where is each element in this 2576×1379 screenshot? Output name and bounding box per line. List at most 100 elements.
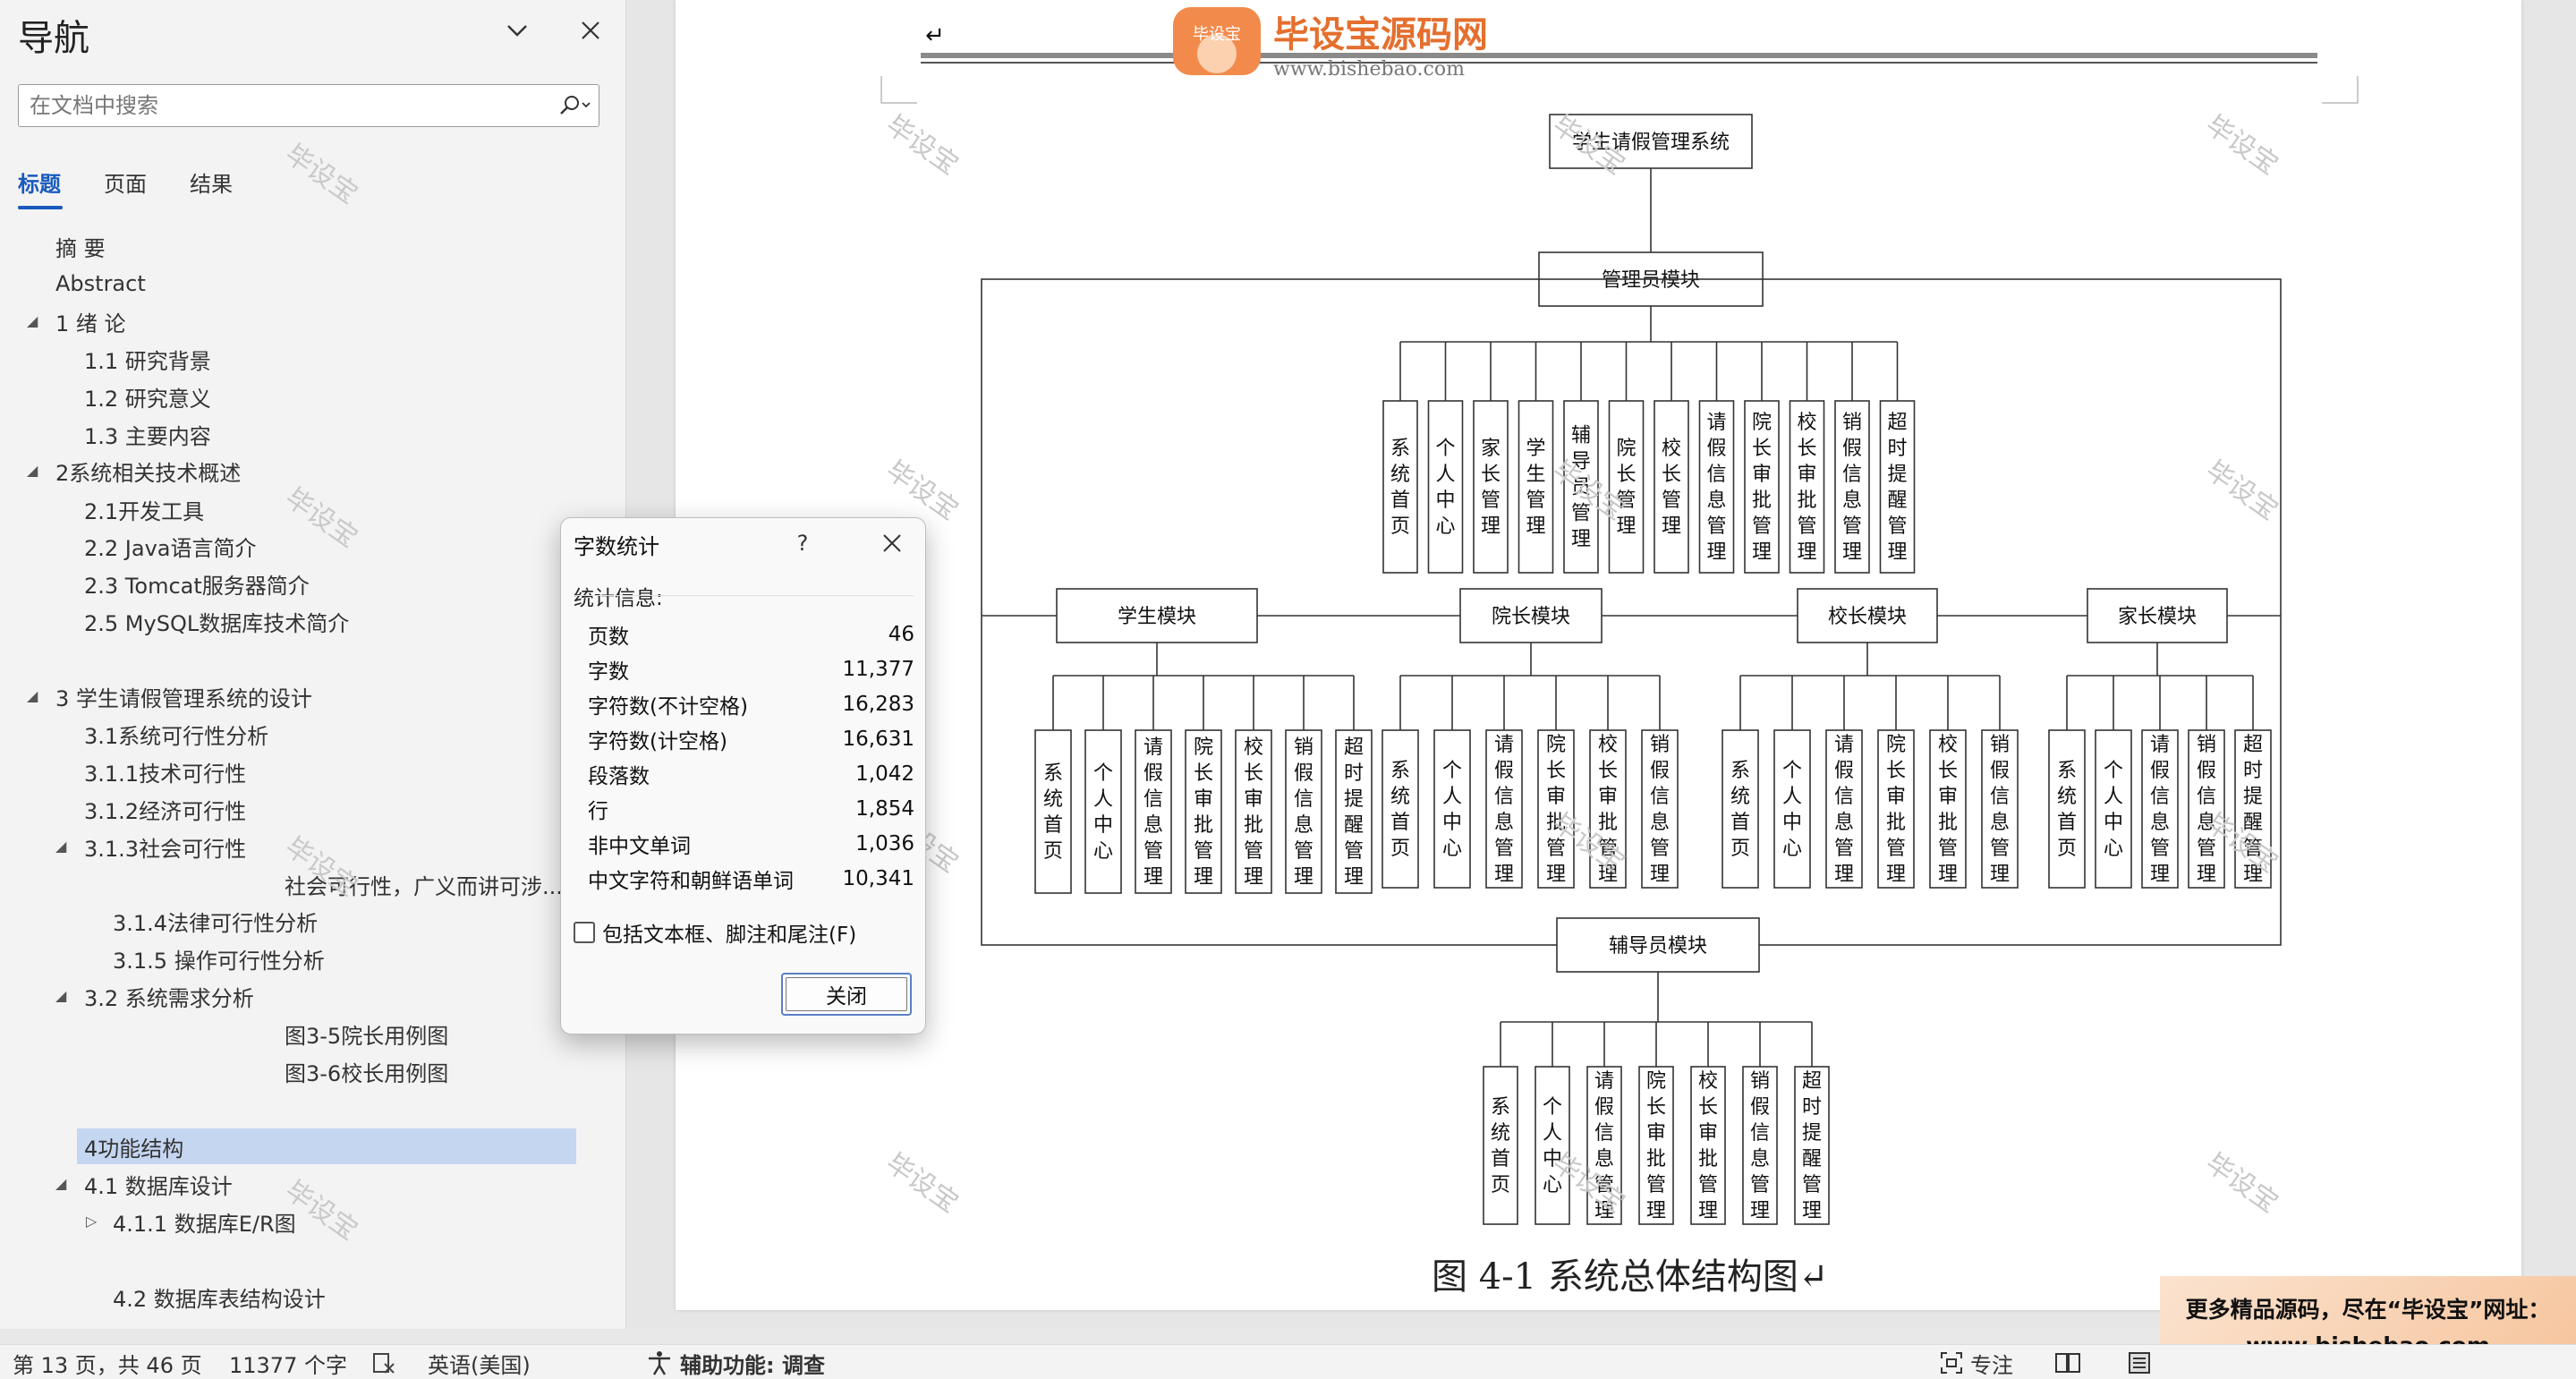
stat-value: 1,042	[855, 762, 914, 786]
accessibility-status[interactable]: 辅助功能: 调查	[680, 1349, 825, 1378]
page-corner-marks	[880, 76, 2359, 104]
watermark: 毕设宝	[279, 481, 363, 555]
nav-heading-item[interactable]: 图3-5院长用例图	[285, 1016, 448, 1051]
nav-heading-item[interactable]: 1 绪 论	[55, 303, 126, 339]
nav-heading-item[interactable]: 4.2 数据库表结构设计	[113, 1279, 326, 1315]
nav-heading-item[interactable]: 2系统相关技术概述	[55, 453, 241, 489]
include-textboxes-checkbox[interactable]: 包括文本框、脚注和尾注(F)	[574, 917, 856, 948]
leaf-module-box	[2095, 729, 2132, 889]
nav-heading-item[interactable]: 摘 要	[55, 228, 106, 264]
admin-module: 管理员模块	[1602, 269, 1700, 292]
leaf-module-box	[1608, 400, 1645, 574]
stat-value: 16,283	[842, 693, 914, 716]
nav-heading-item[interactable]: 2.2 Java语言简介	[84, 528, 257, 564]
page-indicator[interactable]: 第 13 页，共 46 页	[13, 1349, 202, 1378]
collapse-triangle-icon[interactable]: ◢	[27, 462, 38, 479]
logo-url: www.bishebao.com	[1273, 58, 1465, 81]
document-page[interactable]: ↵ 毕设宝 毕设宝源码网 www.bishebao.com 学生请假管理系统 管理员模块系…	[676, 0, 2521, 1310]
print-layout-icon[interactable]	[2128, 1349, 2151, 1377]
nav-heading-item[interactable]: 4功能结构	[84, 1128, 183, 1164]
stat-label: 中文字符和朝鲜语单词	[588, 870, 794, 893]
nav-title: 导航	[18, 18, 89, 59]
dialog-close-icon[interactable]	[867, 522, 917, 565]
close-button[interactable]: 关闭	[781, 973, 912, 1016]
nav-heading-item[interactable]: 4.1.1 数据库E/R图	[113, 1204, 296, 1239]
close-icon[interactable]	[573, 13, 608, 48]
nav-heading-item[interactable]: 3.1.2经济可行性	[84, 791, 246, 827]
language-indicator[interactable]: 英语(美国)	[428, 1349, 531, 1378]
divider	[574, 595, 914, 596]
logo-title: 毕设宝源码网	[1273, 14, 1488, 55]
nav-heading-item[interactable]: 3.1.1技术可行性	[84, 753, 246, 789]
search-box[interactable]	[18, 84, 599, 127]
tab-pages[interactable]: 页面	[104, 166, 147, 198]
focus-mode[interactable]: 专注	[1970, 1349, 2013, 1378]
watermark: 毕设宝	[880, 1147, 965, 1219]
leaf-module-box	[1483, 1066, 1518, 1225]
nav-heading-item[interactable]: 社会可行性，广义而讲可涉...	[285, 866, 563, 902]
tab-headings[interactable]: 标题	[18, 166, 61, 198]
stat-value: 11,377	[842, 658, 914, 681]
structure-diagram: ↵ 毕设宝 毕设宝源码网www.bishebao.com学生请假管理系统管理员模块系…	[880, 7, 2359, 1225]
word-count-dialog: 字数统计 ? 统计信息: 页数 46 字数 11,377 字符数(不计空格) 16,283…	[560, 517, 926, 1034]
leaf-module-box	[1382, 400, 1418, 574]
help-button[interactable]: ?	[778, 522, 828, 565]
stat-label: 行	[588, 800, 608, 823]
figure-caption: 图 4-1 系统总体结构图↵	[1432, 1256, 1829, 1298]
nav-heading-item[interactable]: 3.1.4法律可行性分析	[113, 903, 318, 939]
tab-results[interactable]: 结果	[190, 166, 233, 198]
stat-row: 字数 11,377	[588, 653, 914, 685]
nav-heading-item[interactable]: 3 学生请假管理系统的设计	[55, 678, 312, 714]
nav-heading-item[interactable]: 2.5 MySQL数据库技术简介	[84, 603, 349, 639]
paragraph-mark: ↵	[925, 22, 945, 49]
leaf-module-box	[1084, 729, 1122, 894]
stat-value: 1,036	[855, 832, 914, 855]
stat-row: 中文字符和朝鲜语单词 10,341	[588, 863, 914, 895]
navigation-pane: 导航 标题 页面 结果 摘 要Abstract1 绪 论 ◢ 1.1 研究背景1.2…	[0, 0, 626, 1329]
nav-heading-item[interactable]: 3.1.3社会可行性	[84, 829, 246, 864]
checkbox-box[interactable]	[574, 922, 595, 943]
nav-heading-item[interactable]: 4.1 数据库设计	[84, 1166, 233, 1202]
word-count[interactable]: 11377 个字	[229, 1349, 347, 1378]
nav-heading-item[interactable]: 3.1.5 操作可行性分析	[113, 941, 325, 976]
leaf-module-box	[1473, 400, 1509, 574]
nav-heading-item[interactable]: 2.3 Tomcat服务器简介	[84, 566, 310, 601]
watermark: 毕设宝	[279, 138, 363, 211]
status-bar: 第 13 页，共 46 页 11377 个字 英语(美国) 辅助功能: 调查 专…	[0, 1344, 2576, 1379]
stat-label: 字数	[588, 660, 629, 684]
stat-label: 页数	[588, 626, 629, 649]
nav-heading-item[interactable]: 3.1系统可行性分析	[84, 716, 268, 752]
stat-row: 段落数 1,042	[588, 758, 914, 790]
role-module: 学生模块	[1118, 606, 1196, 628]
focus-icon[interactable]	[1940, 1349, 1963, 1377]
leaf-module-box	[1535, 1066, 1570, 1225]
collapse-triangle-icon[interactable]: ◢	[55, 838, 66, 855]
dialog-title: 字数统计	[574, 534, 659, 559]
nav-heading-item[interactable]: Abstract	[55, 266, 146, 302]
watermark: 毕设宝	[2200, 1147, 2284, 1219]
search-icon[interactable]	[552, 94, 599, 117]
accessibility-icon[interactable]	[646, 1349, 673, 1377]
proofing-icon[interactable]	[372, 1349, 397, 1377]
counselor-module: 辅导员模块	[1609, 935, 1707, 958]
collapse-triangle-icon[interactable]: ◢	[27, 687, 38, 704]
nav-heading-item[interactable]: 1.3 主要内容	[84, 416, 211, 452]
collapse-triangle-icon[interactable]: ◢	[27, 312, 38, 329]
leaf-module-box	[2048, 729, 2086, 889]
chevron-down-icon[interactable]	[499, 13, 535, 48]
nav-heading-item[interactable]: 1.1 研究背景	[84, 341, 211, 377]
nav-heading-item[interactable]: 图3-6校长用例图	[285, 1053, 448, 1089]
leaf-module-box	[1382, 729, 1419, 889]
search-input[interactable]	[19, 86, 552, 125]
logo-badge: 毕设宝	[1193, 25, 1241, 44]
expand-triangle-icon[interactable]: ▷	[86, 1213, 97, 1230]
nav-heading-item[interactable]: 1.2 研究意义	[84, 379, 211, 414]
nav-heading-item[interactable]: 3.2 系统需求分析	[84, 978, 254, 1014]
stat-label: 字符数(计空格)	[588, 730, 727, 753]
nav-heading-item[interactable]: 2.1开发工具	[84, 491, 204, 527]
collapse-triangle-icon[interactable]: ◢	[55, 987, 66, 1004]
read-mode-icon[interactable]	[2054, 1349, 2081, 1377]
leaf-module-box	[1518, 400, 1554, 574]
collapse-triangle-icon[interactable]: ◢	[55, 1175, 66, 1192]
stat-row: 页数 46	[588, 618, 914, 651]
